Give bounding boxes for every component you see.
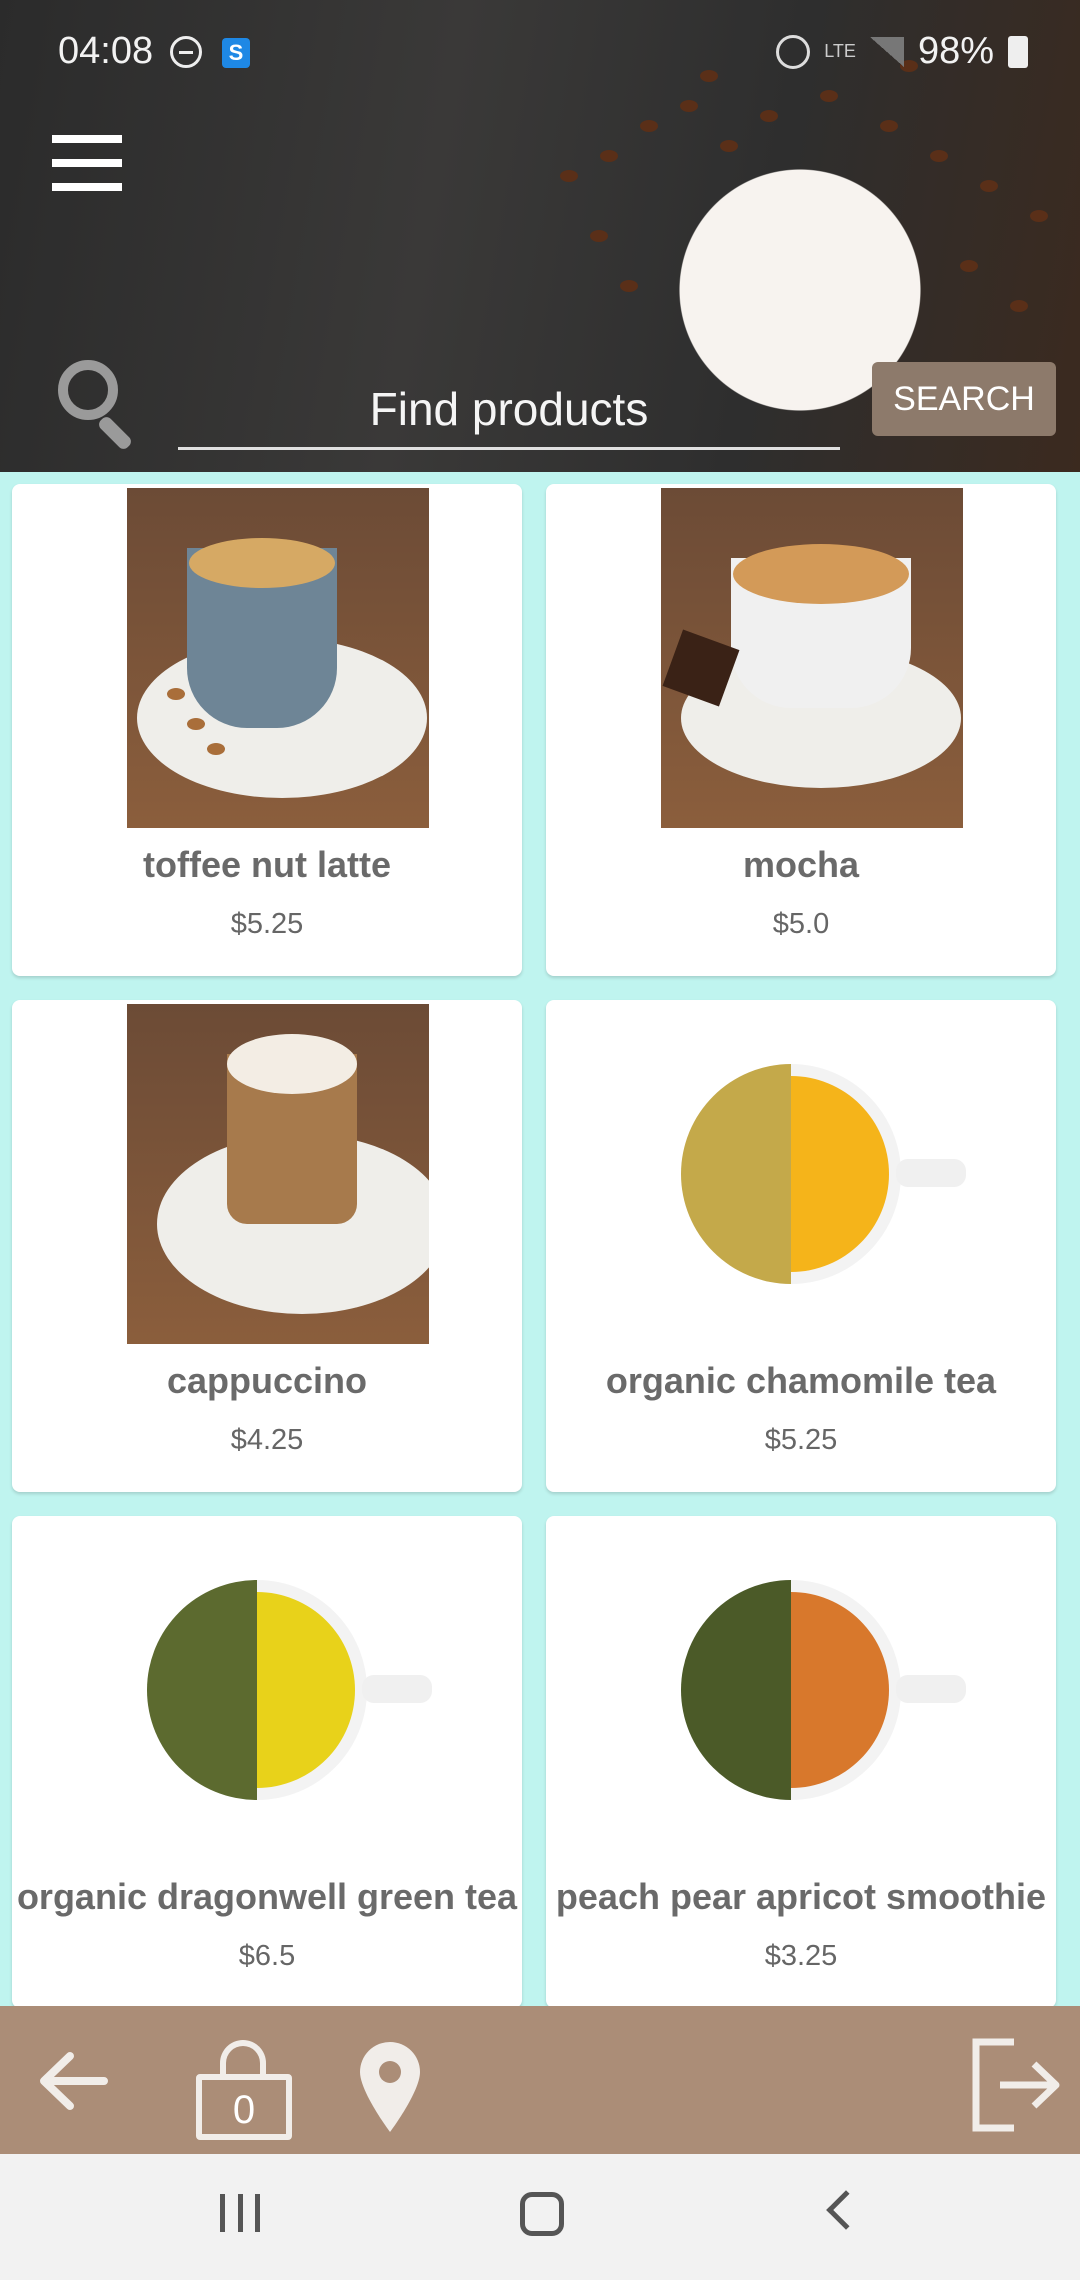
header-hero: 04:08 S LTE 98% SEARCH xyxy=(0,0,1080,472)
system-back-button[interactable] xyxy=(826,2190,866,2230)
product-price: $6.5 xyxy=(238,1940,296,1972)
product-name: organic chamomile tea xyxy=(605,1360,997,1401)
product-price: $5.0 xyxy=(772,908,830,940)
search-input[interactable] xyxy=(178,370,840,450)
product-card[interactable]: peach pear apricot smoothie $3.25 xyxy=(546,1516,1056,2008)
product-image xyxy=(127,1004,429,1344)
network-type: LTE xyxy=(824,41,856,61)
product-card[interactable]: organic chamomile tea $5.25 xyxy=(546,1000,1056,1492)
logout-icon[interactable] xyxy=(970,2034,1060,2136)
status-time: 04:08 xyxy=(58,30,154,72)
status-indicators: LTE 98% xyxy=(776,30,1028,73)
product-card[interactable]: cappuccino $4.25 xyxy=(12,1000,522,1492)
product-price: $3.25 xyxy=(764,1940,838,1972)
app-root: 04:08 S LTE 98% SEARCH xyxy=(0,0,1080,2280)
product-name: cappuccino xyxy=(166,1360,368,1401)
bottom-action-bar: 0 xyxy=(0,2006,1080,2154)
product-name: peach pear apricot smoothie xyxy=(555,1876,1047,1917)
back-arrow-icon[interactable] xyxy=(34,2046,114,2116)
product-price: $5.25 xyxy=(764,1424,838,1456)
system-nav-bar xyxy=(0,2154,1080,2280)
product-name: organic dragonwell green tea xyxy=(16,1876,518,1917)
app-notification-icon: S xyxy=(222,38,250,68)
search-icon xyxy=(58,360,148,452)
menu-icon[interactable] xyxy=(52,135,122,191)
product-card[interactable]: mocha $5.0 xyxy=(546,484,1056,976)
do-not-disturb-icon xyxy=(170,36,202,68)
product-image xyxy=(661,1520,966,1860)
status-bar: 04:08 S LTE 98% xyxy=(0,0,1080,90)
recents-button[interactable] xyxy=(220,2194,260,2234)
product-image xyxy=(127,1520,432,1860)
battery-icon xyxy=(1008,35,1028,68)
product-image xyxy=(661,1004,966,1344)
location-pin-icon[interactable] xyxy=(356,2040,424,2134)
product-card[interactable]: organic dragonwell green tea $6.5 xyxy=(12,1516,522,2008)
product-price: $4.25 xyxy=(230,1424,304,1456)
search-button[interactable]: SEARCH xyxy=(872,362,1056,436)
product-card[interactable]: toffee nut latte $5.25 xyxy=(12,484,522,976)
shopping-bag-icon[interactable]: 0 xyxy=(196,2040,292,2140)
product-name: toffee nut latte xyxy=(143,844,391,885)
product-name: mocha xyxy=(742,844,860,885)
signal-icon xyxy=(869,36,904,67)
product-image xyxy=(661,488,963,828)
cart-count: 0 xyxy=(232,2088,256,2132)
home-button[interactable] xyxy=(520,2192,564,2236)
product-price: $5.25 xyxy=(230,908,304,940)
product-image xyxy=(127,488,429,828)
alarm-icon xyxy=(776,34,811,69)
battery-percent: 98% xyxy=(917,30,994,72)
